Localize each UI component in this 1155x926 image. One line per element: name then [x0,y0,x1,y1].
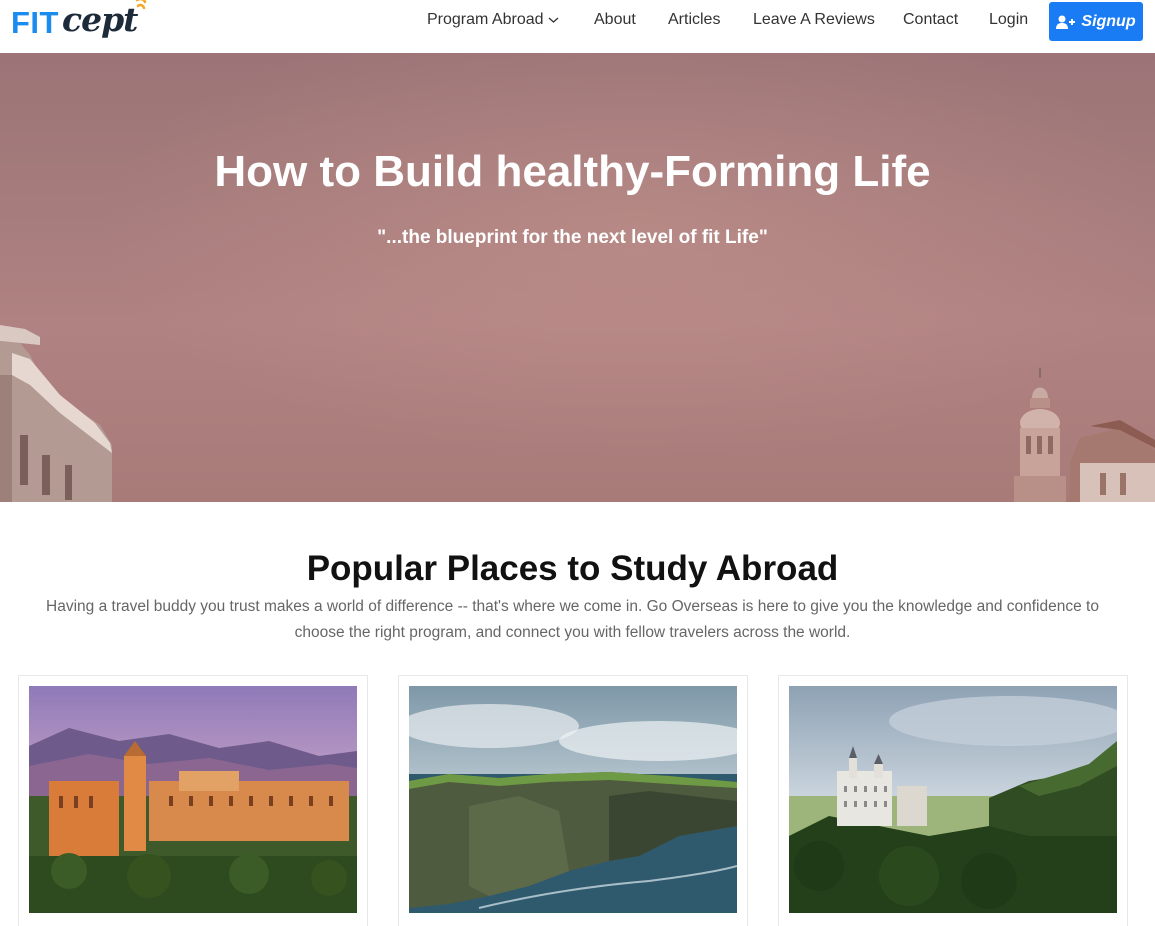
nav-item-program-abroad[interactable]: Program Abroad [427,11,559,29]
nav-item-label: Articles [668,11,721,28]
nav-item-label: About [594,11,636,28]
nav-item-label: Leave A Reviews [753,11,875,28]
nav-item-label: Login [989,11,1029,28]
place-card-1[interactable] [18,675,368,926]
nav-item-articles[interactable]: Articles [668,11,720,29]
nav-menu: Program Abroad About Articles Leave A Re… [0,0,1155,42]
place-card-2[interactable] [398,675,748,926]
hero-banner: How to Build healthy-Forming Life "...th… [0,53,1155,502]
nav-item-contact[interactable]: Contact [903,11,958,29]
nav-item-leave-a-reviews[interactable]: Leave A Reviews [753,11,875,29]
signup-button[interactable]: Signup [1049,2,1143,41]
hero-building-left [0,325,112,502]
place-image-cliffs[interactable] [409,686,737,913]
nav-item-label: Program Abroad [427,11,544,29]
nav-item-label: Contact [903,11,959,28]
hero-building-right [1014,368,1155,502]
place-card-3[interactable] [778,675,1128,926]
place-image-alhambra[interactable] [29,686,357,913]
hero-sky-glow [0,53,1155,502]
hero-title: How to Build healthy-Forming Life [214,147,931,196]
nav-item-login[interactable]: Login [989,11,1028,29]
navbar: FIT cept Program Abroad About Articles L… [0,0,1155,53]
signup-label: Signup [1081,12,1136,30]
place-image-castle[interactable] [789,686,1117,913]
section-title: Popular Places to Study Abroad [306,549,839,588]
chevron-down-icon [548,11,559,29]
user-plus-icon [1056,15,1076,29]
section-description: Having a travel buddy you trust makes a … [46,598,1099,641]
hero-subtitle: "...the blueprint for the next level of … [377,227,768,248]
nav-item-about[interactable]: About [594,11,636,29]
